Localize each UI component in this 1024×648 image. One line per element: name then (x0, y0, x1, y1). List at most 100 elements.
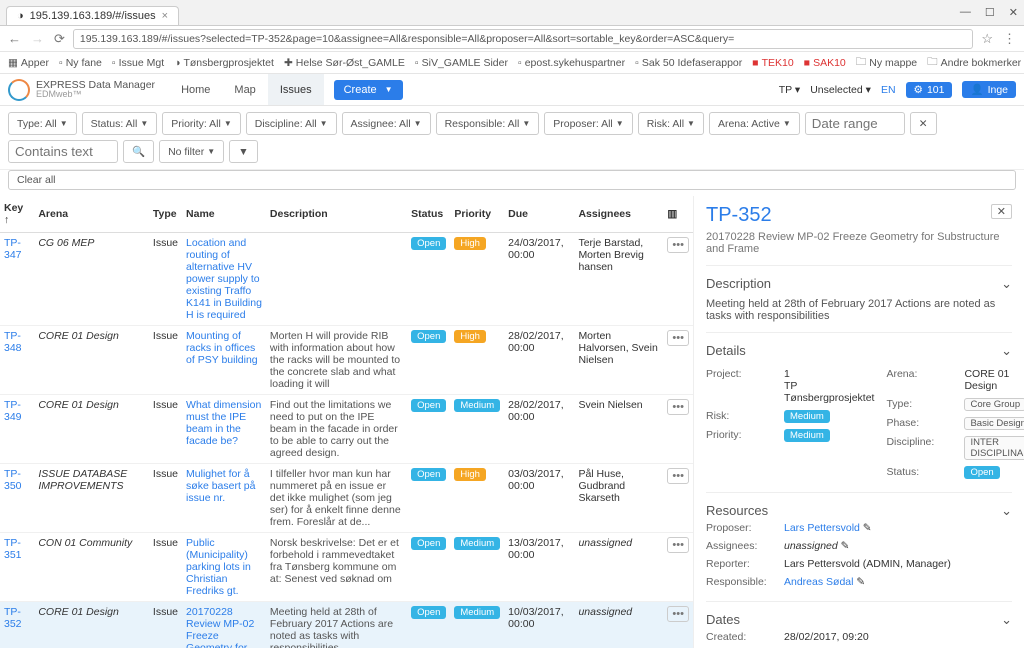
issues-table-wrapper[interactable]: Key ↑ Arena Type Name Description Status… (0, 196, 694, 648)
back-button[interactable]: ← (6, 31, 23, 46)
filter-priority[interactable]: Priority: All▼ (162, 112, 241, 135)
window-minimize-button[interactable]: — (960, 6, 971, 19)
bookmark-item[interactable]: ■ TEK10 (752, 57, 793, 69)
star-icon[interactable]: ☆ (979, 31, 995, 47)
issue-key-link[interactable]: TP-347 (4, 237, 22, 261)
filter-search-button[interactable]: 🔍 (123, 140, 154, 163)
bookmark-item[interactable]: ✚ Helse Sør-Øst_GAMLE (284, 57, 405, 69)
nav-issues[interactable]: Issues (268, 74, 324, 105)
apps-button[interactable]: ▦ Apper (8, 57, 49, 69)
bookmark-item[interactable]: ▫ SiV_GAMLE Sider (415, 57, 508, 69)
filter-search-input[interactable] (8, 140, 118, 163)
menu-icon[interactable]: ⋮ (1001, 31, 1018, 47)
responsible-link[interactable]: Andreas Sødal (784, 576, 853, 588)
section-resources-header[interactable]: Resources⌄ (706, 503, 1012, 519)
create-button[interactable]: Create▼ (334, 80, 403, 100)
filter-risk[interactable]: Risk: All▼ (638, 112, 704, 135)
filter-date-range[interactable] (805, 112, 905, 135)
issue-key-link[interactable]: TP-349 (4, 399, 22, 423)
row-actions-button[interactable]: ••• (667, 606, 689, 622)
edit-icon[interactable]: ✎ (856, 576, 865, 588)
issue-name-link[interactable]: Mulighet for å søke basert på issue nr. (186, 468, 255, 504)
window-close-button[interactable]: ✕ (1009, 6, 1018, 19)
filter-arena[interactable]: Arena: Active▼ (709, 112, 800, 135)
section-description-header[interactable]: Description⌄ (706, 276, 1012, 292)
bookmark-overflow[interactable]: 🗀 Andre bokmerker (927, 54, 1021, 72)
bookmark-item[interactable]: ▫ Sak 50 Idefaserappor (635, 57, 742, 69)
forward-button[interactable]: → (29, 31, 46, 46)
issue-name-link[interactable]: 20170228 Review MP-02 Freeze Geometry fo… (186, 606, 254, 648)
filter-funnel-icon[interactable]: ▼ (229, 140, 257, 163)
filter-type[interactable]: Type: All▼ (8, 112, 77, 135)
row-actions-button[interactable]: ••• (667, 468, 689, 484)
detail-panel: ✕ TP-352 20170228 Review MP-02 Freeze Ge… (694, 196, 1024, 648)
filter-status[interactable]: Status: All▼ (82, 112, 158, 135)
row-actions-button[interactable]: ••• (667, 237, 689, 253)
col-prio[interactable]: Priority (450, 196, 504, 233)
bookmark-item[interactable]: ■ SAK10 (804, 57, 846, 69)
proposer-link[interactable]: Lars Pettersvold (784, 522, 860, 534)
reporter-link[interactable]: Lars Pettersvold (ADMIN, Manager) (784, 558, 1012, 570)
filter-nofilter[interactable]: No filter ▼ (159, 140, 224, 163)
col-due[interactable]: Due (504, 196, 574, 233)
col-arena[interactable]: Arena (34, 196, 149, 233)
edit-icon[interactable]: ✎ (863, 522, 872, 534)
window-maximize-button[interactable]: ☐ (985, 6, 995, 19)
context-unselected[interactable]: Unselected ▾ (810, 84, 871, 96)
app-header: EXPRESS Data ManagerEDMweb™ Home Map Iss… (0, 74, 1024, 106)
bookmark-item[interactable]: 🗀 Ny mappe (856, 54, 917, 72)
reload-button[interactable]: ⟳ (52, 31, 67, 47)
nav-map[interactable]: Map (222, 74, 267, 105)
bookmark-item[interactable]: ▫ epost.sykehuspartner (518, 57, 625, 69)
bookmarks-bar: ▦ Apper ▫ Ny fane ▫ Issue Mgt ◑ Tønsberg… (0, 52, 1024, 74)
filter-proposer[interactable]: Proposer: All▼ (544, 112, 632, 135)
user-menu[interactable]: 👤 Inge (962, 81, 1016, 98)
table-row[interactable]: TP-349CORE 01 DesignIssueWhat dimension … (0, 395, 693, 464)
filter-assignee[interactable]: Assignee: All▼ (342, 112, 431, 135)
col-name[interactable]: Name (182, 196, 266, 233)
detail-key: TP-352 (706, 204, 1012, 227)
context-tp[interactable]: TP ▾ (779, 84, 800, 96)
bookmark-item[interactable]: ▫ Ny fane (59, 57, 102, 69)
col-status[interactable]: Status (407, 196, 450, 233)
row-actions-button[interactable]: ••• (667, 537, 689, 553)
browser-tab[interactable]: ◑ 195.139.163.189/#/issues × (6, 6, 179, 25)
issue-name-link[interactable]: Location and routing of alternative HV p… (186, 237, 262, 321)
table-row[interactable]: TP-351CON 01 CommunityIssuePublic (Munic… (0, 533, 693, 602)
row-actions-button[interactable]: ••• (667, 399, 689, 415)
filter-responsible[interactable]: Responsible: All▼ (436, 112, 540, 135)
issue-name-link[interactable]: What dimension must the IPE beam in the … (186, 399, 261, 447)
tab-close-icon[interactable]: × (162, 10, 168, 22)
bookmark-item[interactable]: ◑ Tønsbergprosjektet (174, 57, 274, 69)
issue-key-link[interactable]: TP-351 (4, 537, 22, 561)
edit-icon[interactable]: ✎ (841, 540, 850, 552)
table-row[interactable]: TP-352CORE 01 DesignIssue20170228 Review… (0, 602, 693, 648)
col-settings-icon[interactable]: ▥ (663, 196, 693, 233)
col-type[interactable]: Type (149, 196, 182, 233)
section-details-header[interactable]: Details⌄ (706, 343, 1012, 359)
issue-name-link[interactable]: Public (Municipality) parking lots in Ch… (186, 537, 251, 597)
issue-name-link[interactable]: Mounting of racks in offices of PSY buil… (186, 330, 258, 366)
issue-key-link[interactable]: TP-348 (4, 330, 22, 354)
bookmark-item[interactable]: ▫ Issue Mgt (112, 57, 164, 69)
priority-badge: High (454, 237, 486, 250)
col-key[interactable]: Key ↑ (0, 196, 34, 233)
address-input[interactable] (73, 29, 973, 49)
section-dates-header[interactable]: Dates⌄ (706, 612, 1012, 628)
table-row[interactable]: TP-347CG 06 MEPIssueLocation and routing… (0, 233, 693, 326)
filter-date-clear[interactable]: ✕ (910, 112, 937, 135)
table-row[interactable]: TP-350ISSUE DATABASE IMPROVEMENTSIssueMu… (0, 464, 693, 533)
col-assignees[interactable]: Assignees (574, 196, 663, 233)
row-actions-button[interactable]: ••• (667, 330, 689, 346)
lang-switch[interactable]: EN (881, 84, 896, 96)
clear-all-button[interactable]: Clear all (8, 170, 1016, 190)
col-desc[interactable]: Description (266, 196, 407, 233)
status-badge: Open (411, 606, 446, 619)
filter-discipline[interactable]: Discipline: All▼ (246, 112, 337, 135)
nav-home[interactable]: Home (169, 74, 222, 105)
issue-key-link[interactable]: TP-350 (4, 468, 22, 492)
settings-button[interactable]: ⚙ 101 (906, 82, 953, 98)
detail-close-button[interactable]: ✕ (991, 204, 1012, 219)
issue-key-link[interactable]: TP-352 (4, 606, 22, 630)
table-row[interactable]: TP-348CORE 01 DesignIssueMounting of rac… (0, 326, 693, 395)
